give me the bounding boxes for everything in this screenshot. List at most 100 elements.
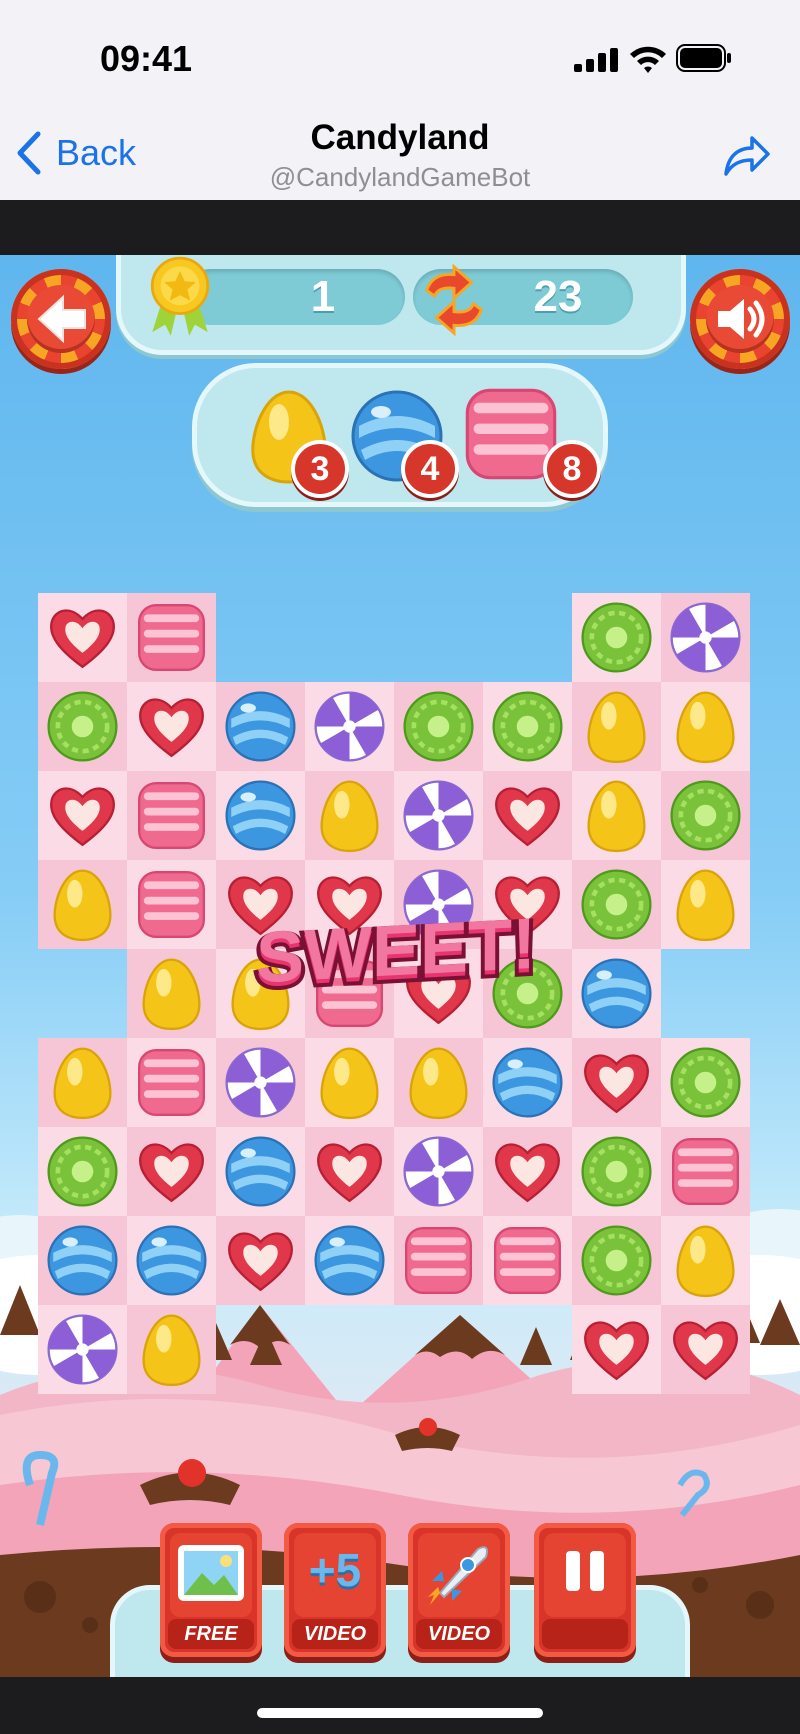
goal-blue-ball: 4 (347, 386, 459, 498)
board-cell (216, 771, 305, 860)
booster-tag (542, 1619, 628, 1649)
board-cell (661, 1305, 750, 1394)
heart-candy[interactable] (489, 777, 566, 854)
yellow-drop-candy[interactable] (578, 688, 655, 765)
purple-swirl-candy[interactable] (222, 1044, 299, 1121)
purple-swirl-candy[interactable] (400, 1133, 477, 1210)
heart-candy[interactable] (44, 777, 121, 854)
board-cell (127, 1038, 216, 1127)
yellow-drop-candy[interactable] (578, 777, 655, 854)
yellow-drop-candy[interactable] (667, 866, 744, 943)
yellow-drop-candy[interactable] (44, 866, 121, 943)
blue-ball-candy[interactable] (489, 1044, 566, 1121)
pink-cube-candy[interactable] (133, 1044, 210, 1121)
blue-ball-candy[interactable] (578, 955, 655, 1032)
green-swirl-candy[interactable] (578, 1222, 655, 1299)
green-swirl-candy[interactable] (667, 1044, 744, 1121)
purple-swirl-candy[interactable] (311, 688, 388, 765)
rocket-booster-button[interactable]: VIDEO (408, 1523, 510, 1657)
green-swirl-candy[interactable] (400, 688, 477, 765)
yellow-drop-candy[interactable] (133, 955, 210, 1032)
goal-pink-cube: 8 (459, 382, 601, 498)
booster-tag: VIDEO (416, 1619, 502, 1649)
yellow-drop-candy[interactable] (667, 1222, 744, 1299)
heart-candy[interactable] (667, 1311, 744, 1388)
sound-toggle-button[interactable] (690, 269, 790, 369)
board-cell (572, 682, 661, 771)
board-cell (305, 1127, 394, 1216)
board-cell (127, 771, 216, 860)
board-cell (661, 771, 750, 860)
blue-ball-candy[interactable] (222, 777, 299, 854)
green-swirl-candy[interactable] (578, 1133, 655, 1210)
board-cell (38, 593, 127, 682)
pink-cube-candy[interactable] (133, 866, 210, 943)
yellow-drop-candy[interactable] (311, 1044, 388, 1121)
blue-ball-candy[interactable] (222, 1133, 299, 1210)
yellow-drop-candy[interactable] (133, 1311, 210, 1388)
green-swirl-candy[interactable] (667, 777, 744, 854)
board-cell (572, 1127, 661, 1216)
heart-candy[interactable] (489, 1133, 566, 1210)
board-cell (394, 1127, 483, 1216)
board-cell (572, 771, 661, 860)
back-candy-button[interactable] (11, 269, 111, 369)
yellow-drop-candy[interactable] (400, 1044, 477, 1121)
home-indicator-area (0, 1677, 800, 1734)
pink-cube-candy[interactable] (667, 1133, 744, 1210)
board-cell (305, 1038, 394, 1127)
purple-swirl-candy[interactable] (400, 777, 477, 854)
blue-ball-candy[interactable] (311, 1222, 388, 1299)
medal-icon (150, 256, 210, 336)
yellow-drop-candy[interactable] (667, 688, 744, 765)
board-cell (572, 1038, 661, 1127)
pink-cube-candy[interactable] (133, 777, 210, 854)
board-cell (38, 1127, 127, 1216)
green-swirl-candy[interactable] (578, 866, 655, 943)
board-cell (394, 1216, 483, 1305)
heart-candy[interactable] (222, 1222, 299, 1299)
heart-candy[interactable] (578, 1044, 655, 1121)
goal-count-badge: 3 (291, 440, 349, 498)
blue-ball-candy[interactable] (222, 688, 299, 765)
blue-ball-candy[interactable] (44, 1222, 121, 1299)
pink-cube-candy[interactable] (400, 1222, 477, 1299)
pink-cube-candy[interactable] (133, 599, 210, 676)
board-cell (661, 682, 750, 771)
page-title: Candyland (310, 118, 490, 157)
board-cell (305, 771, 394, 860)
board-cell (127, 593, 216, 682)
yellow-drop-candy[interactable] (44, 1044, 121, 1121)
wifi-icon (630, 46, 666, 73)
home-indicator (257, 1708, 543, 1718)
pause-button[interactable] (534, 1523, 636, 1657)
heart-candy[interactable] (133, 1133, 210, 1210)
yellow-drop-candy[interactable] (311, 777, 388, 854)
green-swirl-candy[interactable] (578, 599, 655, 676)
picture-booster-button[interactable]: FREE (160, 1523, 262, 1657)
board-cell (127, 1127, 216, 1216)
pink-cube-candy[interactable] (489, 1222, 566, 1299)
heart-candy[interactable] (311, 1133, 388, 1210)
cellular-signal-icon (574, 48, 618, 72)
board-cell (305, 682, 394, 771)
heart-candy[interactable] (133, 688, 210, 765)
board-cell (38, 1038, 127, 1127)
heart-candy[interactable] (578, 1311, 655, 1388)
purple-swirl-candy[interactable] (44, 1311, 121, 1388)
share-icon[interactable] (722, 132, 772, 178)
purple-swirl-candy[interactable] (667, 599, 744, 676)
board-cell (572, 593, 661, 682)
pause-icon (566, 1551, 604, 1591)
green-swirl-candy[interactable] (44, 1133, 121, 1210)
heart-candy[interactable] (44, 599, 121, 676)
plus-five-moves-booster-button[interactable]: +5 VIDEO (284, 1523, 386, 1657)
green-swirl-candy[interactable] (489, 688, 566, 765)
board-cell (661, 1038, 750, 1127)
board-cell (38, 1216, 127, 1305)
board-cell (572, 949, 661, 1038)
blue-ball-candy[interactable] (133, 1222, 210, 1299)
moves-value: 23 (533, 272, 583, 321)
board-cell (394, 682, 483, 771)
green-swirl-candy[interactable] (44, 688, 121, 765)
